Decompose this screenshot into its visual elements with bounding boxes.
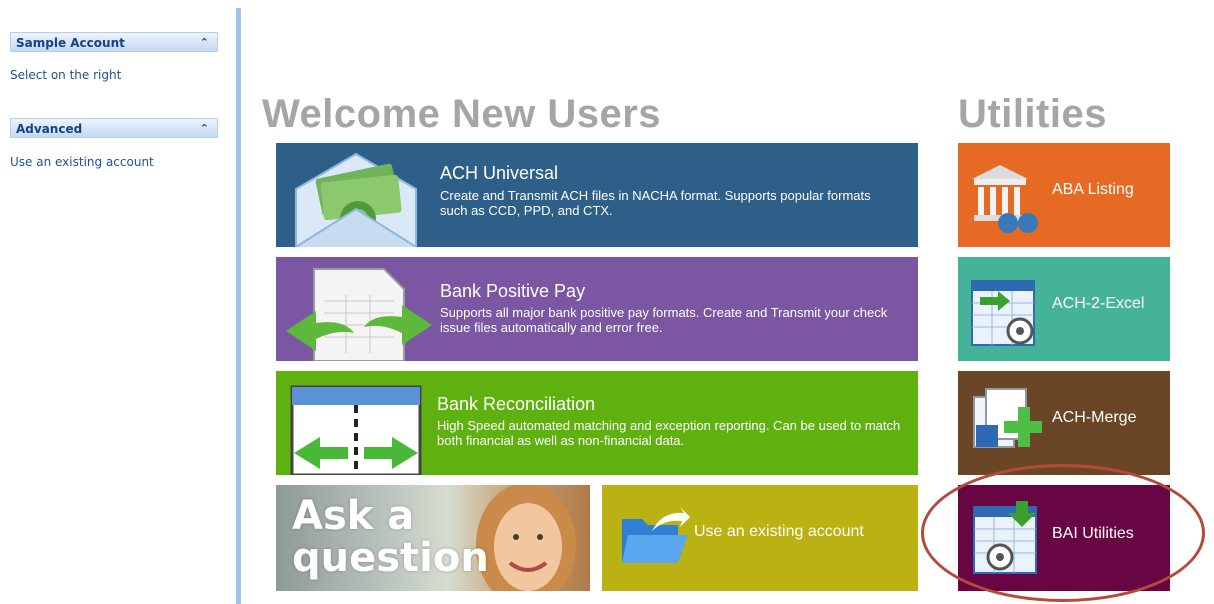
tile-label: BAI Utilities [1052,525,1134,542]
bank-binoculars-icon [972,165,1038,233]
panel-header-sample-account[interactable]: Sample Account ⌃ [10,32,218,52]
ach-2-excel-tile[interactable]: ACH-2-Excel [958,257,1170,361]
bank-positive-pay-tile[interactable]: Bank Positive Pay Supports all major ban… [276,257,918,361]
document-arrows-icon [286,268,432,361]
reconciliation-icon [290,385,422,475]
tile-label: ACH-2-Excel [1052,295,1145,312]
utilities-heading: Utilities [958,92,1107,136]
collapse-chevron-icon[interactable]: ⌃ [200,33,209,53]
spreadsheet-gear-icon [971,280,1035,346]
bai-utilities-tile[interactable]: BAI Utilities [958,485,1170,591]
spreadsheet-gear-icon [973,501,1037,574]
tile-label: ACH-Merge [1052,409,1137,426]
tile-description: High Speed automated matching and except… [437,418,901,448]
collapse-chevron-icon[interactable]: ⌃ [200,119,209,139]
sidebar: Sample Account ⌃ Select on the right Adv… [0,0,236,604]
panel-header-advanced[interactable]: Advanced ⌃ [10,118,218,138]
use-existing-account-link[interactable]: Use an existing account [10,155,154,169]
tile-description: Supports all major bank positive pay for… [440,305,888,335]
sidebar-divider[interactable] [236,8,241,604]
aba-listing-tile[interactable]: ABA Listing [958,143,1170,247]
tile-title: Use an existing account [694,523,864,540]
tile-description: Create and Transmit ACH files in NACHA f… [440,188,871,218]
ask-a-question-tile[interactable]: Ask a question [276,485,590,591]
tile-title: Bank Positive Pay [440,281,586,301]
ask-a-question-text: Ask a question [292,493,489,581]
ach-universal-tile[interactable]: ACH Universal Create and Transmit ACH fi… [276,143,918,247]
select-on-right-link[interactable]: Select on the right [10,68,121,82]
open-folder-icon [622,507,690,563]
tile-title: ACH Universal [440,163,559,183]
bank-reconciliation-tile[interactable]: Bank Reconciliation High Speed automated… [276,371,918,475]
ach-merge-tile[interactable]: ACH-Merge [958,371,1170,475]
tile-label: ABA Listing [1052,181,1134,198]
envelope-money-icon [295,152,417,247]
merge-documents-icon [973,388,1042,448]
use-existing-account-tile[interactable]: Use an existing account [602,485,918,591]
panel-title: Advanced [16,122,83,136]
welcome-heading: Welcome New Users [262,92,662,136]
panel-title: Sample Account [16,36,125,50]
tile-title: Bank Reconciliation [437,394,596,414]
